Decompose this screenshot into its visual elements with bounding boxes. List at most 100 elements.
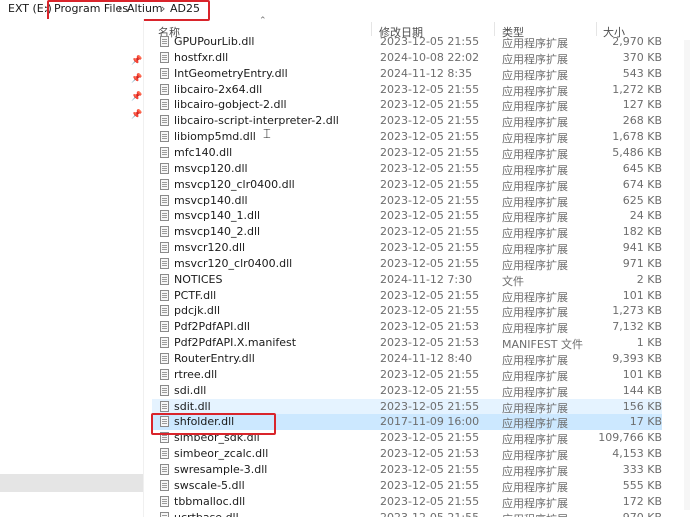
file-icon (160, 99, 169, 111)
vertical-scrollbar[interactable] (684, 40, 690, 510)
file-icon (160, 289, 169, 301)
file-type: 应用程序扩展 (502, 480, 568, 494)
file-row[interactable]: shfolder.dll 2017-11-09 16:00 应用程序扩展 17 KB (152, 414, 662, 431)
file-name: hostfxr.dll (174, 50, 229, 64)
file-size: 625 KB (622, 193, 662, 207)
file-row[interactable]: hostfxr.dll 2024-10-08 22:02 应用程序扩展 370 KB (152, 50, 662, 66)
file-row[interactable]: sdi.dll 2023-12-05 21:55 应用程序扩展 144 KB (152, 383, 662, 399)
file-date: 2023-12-05 21:55 (380, 98, 480, 112)
file-date: 2023-12-05 21:55 (380, 35, 480, 48)
file-date: 2023-12-05 21:55 (380, 431, 480, 445)
file-size: 5,486 KB (612, 145, 662, 159)
file-name: sdi.dll (174, 383, 207, 397)
file-size: 941 KB (622, 241, 662, 255)
file-size: 156 KB (622, 399, 662, 413)
file-icon (160, 353, 169, 364)
file-size: 268 KB (622, 114, 662, 128)
file-name: swresample-3.dll (174, 462, 268, 476)
file-name: Pdf2PdfAPI.dll (174, 320, 250, 334)
file-icon (160, 432, 169, 444)
file-row[interactable]: PCTF.dll 2023-12-05 21:55 应用程序扩展 101 KB (152, 288, 662, 304)
file-date: 2023-12-05 21:55 (380, 114, 480, 128)
file-size: 543 KB (622, 66, 662, 80)
file-row[interactable]: ucrtbase.dll 2023-12-05 21:55 应用程序扩展 970 KB (152, 510, 662, 517)
file-date: 2023-12-05 21:55 (380, 304, 480, 318)
file-name: NOTICES (174, 272, 223, 286)
file-row[interactable]: tbbmalloc.dll 2023-12-05 21:55 应用程序扩展 172 K… (152, 494, 662, 510)
file-row[interactable]: Pdf2PdfAPI.dll 2023-12-05 21:53 应用程序扩展 7,13… (152, 319, 662, 335)
file-row[interactable]: NOTICES 2024-11-12 7:30 文件 2 KB (152, 272, 662, 288)
file-name: msvcr120_clr0400.dll (174, 256, 293, 270)
file-name: Pdf2PdfAPI.X.manifest (174, 336, 297, 350)
file-name: GPUPourLib.dll (174, 35, 255, 48)
file-size: 370 KB (622, 50, 662, 64)
file-date: 2023-12-05 21:53 (380, 320, 480, 334)
file-row[interactable]: msvcp120.dll 2023-12-05 21:55 应用程序扩展 645 KB (152, 161, 662, 177)
file-row[interactable]: sdit.dll 2023-12-05 21:55 应用程序扩展 156 KB (152, 398, 662, 415)
file-name: mfc140.dll (174, 145, 233, 159)
file-date: 2023-12-05 21:55 (380, 367, 480, 381)
file-size: 7,132 KB (612, 320, 662, 334)
file-date: 2023-12-05 21:55 (380, 256, 480, 270)
file-row[interactable]: libcairo-script-interpreter-2.dll 2023-12… (152, 113, 662, 129)
file-date: 2023-12-05 21:55 (380, 209, 480, 223)
file-row[interactable]: Pdf2PdfAPI.X.manifest 2023-12-05 21:53 MAN… (152, 335, 662, 351)
file-size: 127 KB (622, 98, 662, 112)
file-size: 2 KB (636, 272, 662, 286)
file-icon (160, 368, 169, 380)
file-type: 应用程序扩展 (502, 511, 568, 517)
file-row[interactable]: rtree.dll 2023-12-05 21:55 应用程序扩展 101 KB (152, 367, 662, 383)
file-row[interactable]: swscale-5.dll 2023-12-05 21:55 应用程序扩展 555 K… (152, 478, 662, 494)
file-icon (160, 115, 169, 127)
file-row[interactable]: msvcp120_clr0400.dll 2023-12-05 21:55 应用程序… (152, 177, 662, 193)
file-name: sdit.dll (174, 399, 211, 413)
file-icon (160, 337, 169, 349)
file-date: 2023-12-05 21:55 (380, 241, 480, 255)
file-type: 应用程序扩展 (502, 37, 568, 50)
file-type: 应用程序扩展 (502, 147, 568, 161)
file-row[interactable]: libcairo-2x64.dll 2023-12-05 21:55 应用程序扩展 1… (152, 82, 662, 98)
file-name: simbeor_sdk.dll (174, 431, 260, 445)
file-row[interactable]: pdcjk.dll 2023-12-05 21:55 应用程序扩展 1,273 KB (152, 303, 662, 319)
file-row[interactable]: RouterEntry.dll 2024-11-12 8:40 应用程序扩展 9,39… (152, 351, 662, 367)
file-row[interactable]: IntGeometryEntry.dll 2024-11-12 8:35 应用程序扩… (152, 66, 662, 82)
file-row[interactable]: msvcr120.dll 2023-12-05 21:55 应用程序扩展 941 KB (152, 240, 662, 256)
file-row[interactable]: msvcr120_clr0400.dll 2023-12-05 21:55 应用程序… (152, 256, 662, 272)
file-size: 17 KB (629, 415, 662, 429)
file-type: 应用程序扩展 (502, 385, 568, 399)
file-row[interactable]: mfc140.dll 2023-12-05 21:55 应用程序扩展 5,486 KB (152, 145, 662, 161)
file-icon (160, 384, 169, 396)
file-row[interactable]: msvcp140.dll 2023-12-05 21:55 应用程序扩展 625 KB (152, 193, 662, 209)
file-row[interactable]: GPUPourLib.dll 2023-12-05 21:55 应用程序扩展 2,97… (152, 34, 662, 50)
file-icon (160, 36, 169, 47)
file-row[interactable]: simbeor_sdk.dll 2023-12-05 21:55 应用程序扩展 109… (152, 430, 662, 446)
file-list[interactable]: GPUPourLib.dll 2023-12-05 21:55 应用程序扩展 2,97… (0, 0, 692, 517)
file-icon (160, 479, 169, 491)
file-name: libcairo-gobject-2.dll (174, 98, 287, 112)
file-row[interactable]: swresample-3.dll 2023-12-05 21:55 应用程序扩展 33… (152, 462, 662, 478)
file-name: RouterEntry.dll (174, 352, 255, 365)
file-row[interactable]: libcairo-gobject-2.dll 2023-12-05 21:55 应用… (152, 97, 662, 113)
file-icon (160, 194, 169, 206)
file-size: 101 KB (622, 288, 662, 302)
file-type: 应用程序扩展 (502, 227, 568, 241)
file-size: 555 KB (622, 478, 662, 492)
file-name: pdcjk.dll (174, 304, 221, 318)
file-icon (160, 495, 169, 507)
mouse-cursor-icon: ⌶ (263, 127, 271, 142)
file-row[interactable]: simbeor_zcalc.dll 2023-12-05 21:53 应用程序扩展 4… (152, 446, 662, 462)
file-icon (160, 257, 169, 269)
file-type: 应用程序扩展 (502, 464, 568, 478)
file-row[interactable]: msvcp140_2.dll 2023-12-05 21:55 应用程序扩展 182 … (152, 224, 662, 240)
file-size: 172 KB (622, 494, 662, 508)
file-size: 1,273 KB (612, 304, 662, 318)
file-row[interactable]: msvcp140_1.dll 2023-12-05 21:55 应用程序扩展 24 K… (152, 208, 662, 224)
file-name: simbeor_zcalc.dll (174, 447, 269, 461)
file-date: 2023-12-05 21:55 (380, 193, 480, 207)
file-size: 9,393 KB (612, 352, 662, 365)
file-row[interactable]: libiomp5md.dll 2023-12-05 21:55 应用程序扩展 1,67… (152, 129, 662, 145)
file-name: msvcp140.dll (174, 193, 248, 207)
file-type: 应用程序扩展 (502, 84, 568, 98)
file-icon (160, 448, 169, 460)
file-type: 应用程序扩展 (502, 433, 568, 447)
